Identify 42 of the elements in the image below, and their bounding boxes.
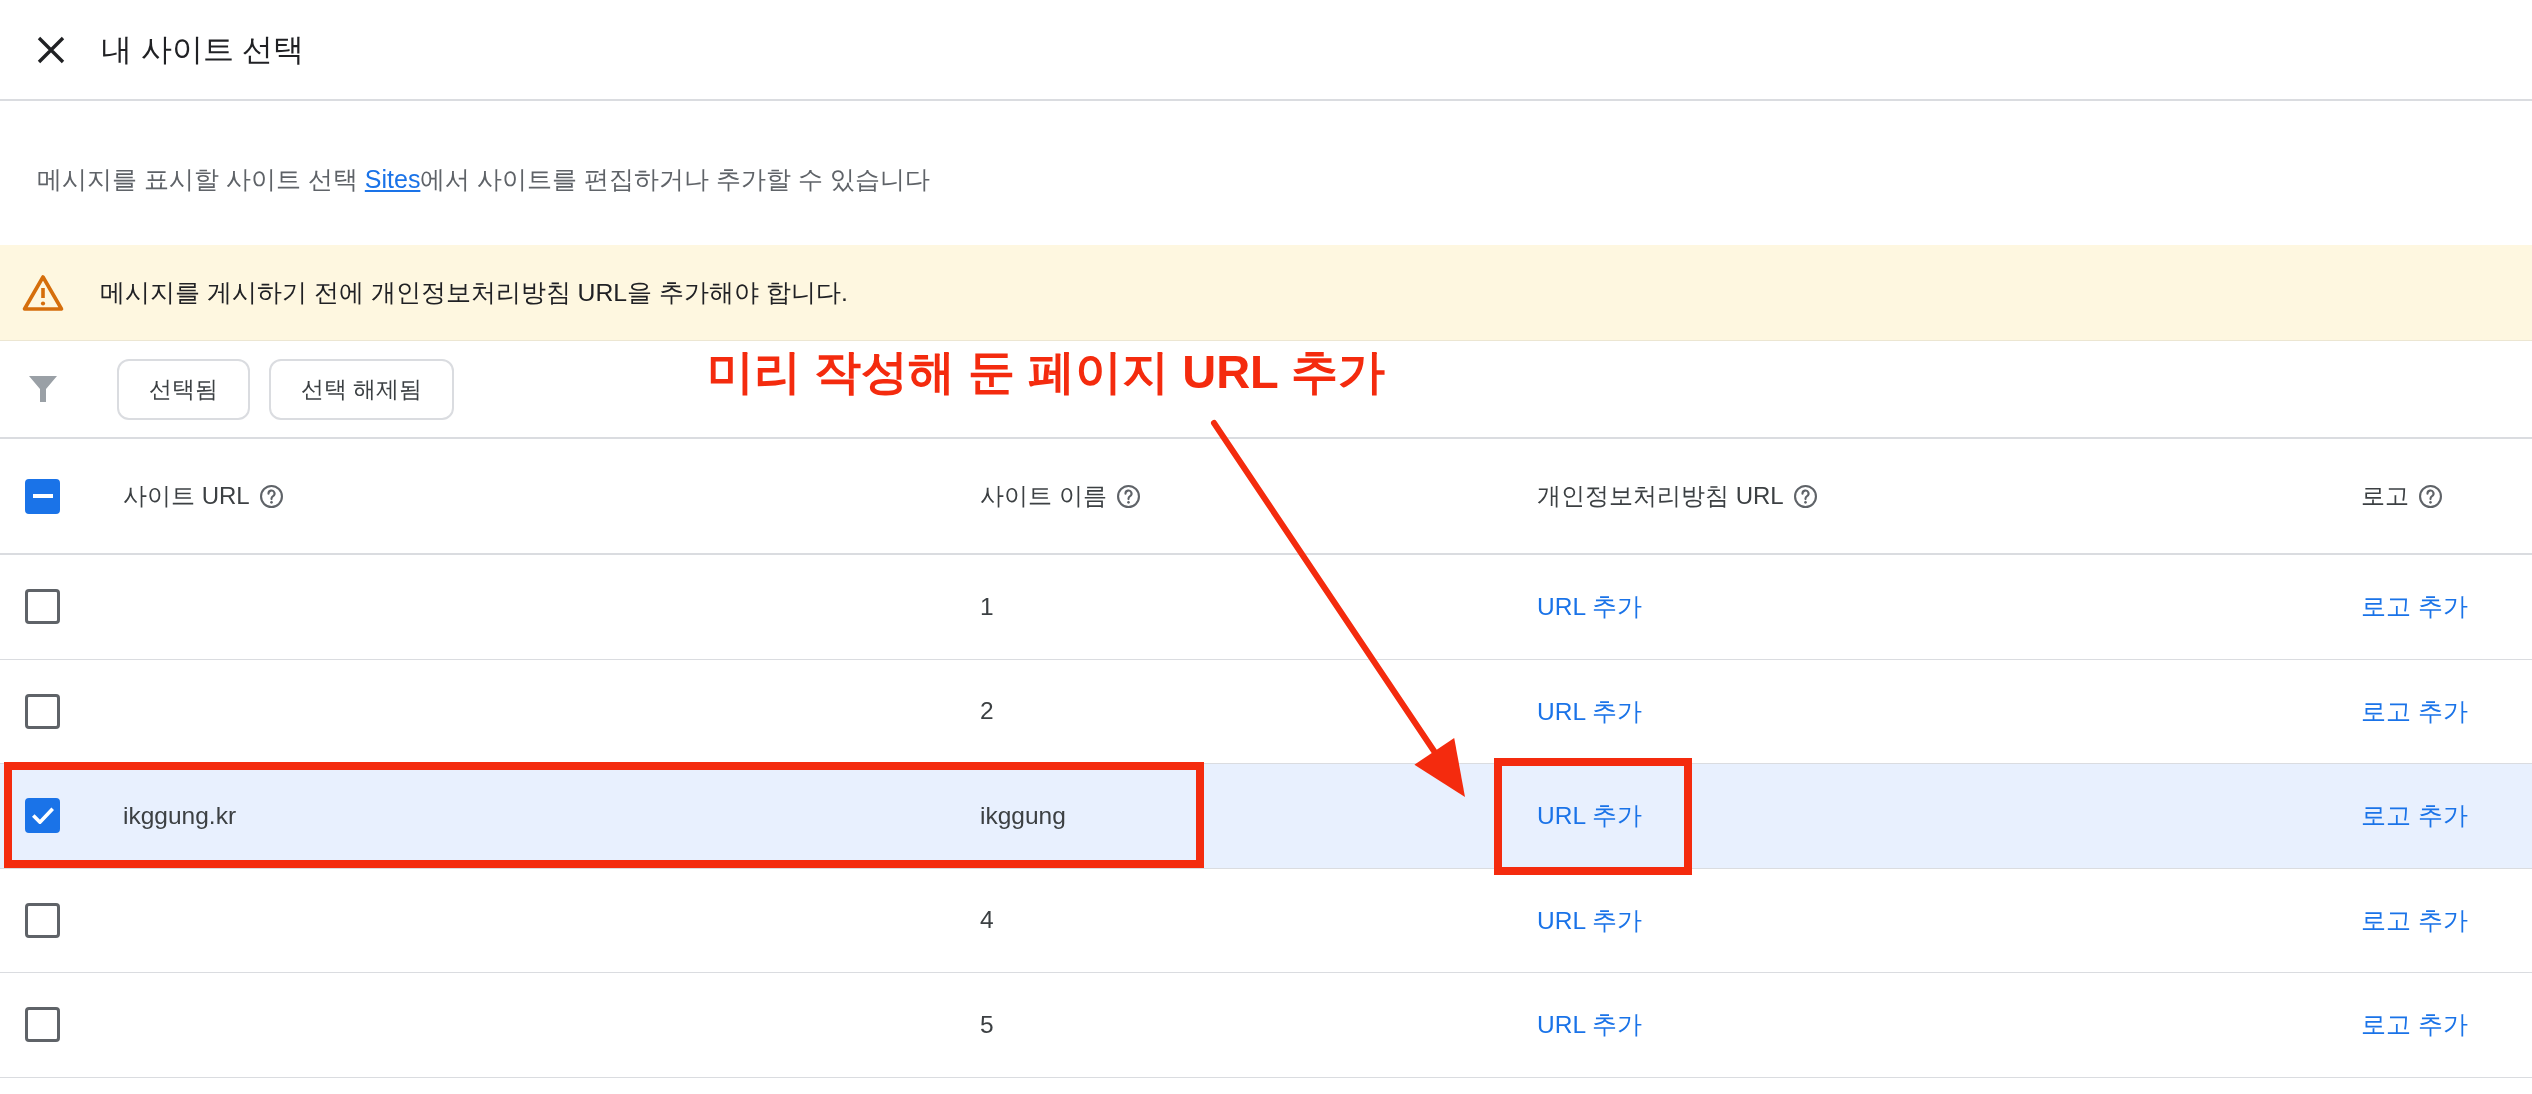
site-name: 1 — [980, 592, 994, 621]
dialog-title: 내 사이트 선택 — [101, 30, 305, 69]
warning-text: 메시지를 게시하기 전에 개인정보처리방침 URL을 추가해야 합니다. — [100, 278, 848, 308]
description-text: 메시지를 표시할 사이트 선택 Sites에서 사이트를 편집하거나 추가할 수 있습니다 — [36, 163, 932, 196]
add-logo-link[interactable]: 로고 추가 — [2361, 1008, 2468, 1042]
site-name: ikggung — [980, 801, 1066, 830]
filter-icon[interactable] — [27, 373, 59, 405]
close-icon[interactable] — [37, 35, 65, 64]
add-logo-link[interactable]: 로고 추가 — [2361, 903, 2468, 937]
add-url-link[interactable]: URL 추가 — [1537, 903, 1642, 937]
warning-icon — [22, 273, 64, 312]
column-header: 사이트 URL — [123, 481, 250, 511]
select-all-checkbox[interactable] — [25, 478, 60, 514]
filter-chip[interactable]: 선택됨 — [117, 358, 250, 420]
help-icon[interactable] — [1116, 484, 1140, 508]
annotation-text: 미리 작성해 둔 페이지 URL 추가 — [707, 348, 1386, 395]
column-header: 사이트 이름 — [980, 481, 1107, 511]
row-checkbox[interactable] — [25, 1007, 60, 1043]
add-url-link[interactable]: URL 추가 — [1537, 694, 1642, 728]
row-checkbox[interactable] — [25, 798, 60, 834]
row-checkbox[interactable] — [25, 902, 60, 938]
check-icon — [31, 807, 54, 825]
column-header: 로고 — [2361, 481, 2409, 511]
add-logo-link[interactable]: 로고 추가 — [2361, 694, 2468, 728]
add-url-link[interactable]: URL 추가 — [1537, 590, 1642, 624]
help-icon[interactable] — [259, 484, 283, 508]
minus-icon — [32, 494, 53, 498]
help-icon[interactable] — [2419, 484, 2442, 508]
row-checkbox[interactable] — [25, 693, 60, 729]
add-logo-link[interactable]: 로고 추가 — [2361, 799, 2468, 833]
add-logo-link[interactable]: 로고 추가 — [2361, 590, 2468, 624]
table-row[interactable]: ikggung.kr ikggung URL 추가 로고 추가 — [0, 764, 2532, 869]
site-name: 2 — [980, 697, 994, 726]
add-url-link[interactable]: URL 추가 — [1537, 1008, 1642, 1042]
site-name: 5 — [980, 1010, 994, 1039]
help-icon[interactable] — [1793, 484, 1817, 508]
filter-chip[interactable]: 선택 해제됨 — [269, 358, 455, 420]
column-header: 개인정보처리방침 URL — [1537, 481, 1784, 511]
add-url-link[interactable]: URL 추가 — [1537, 799, 1642, 833]
row-checkbox[interactable] — [25, 589, 60, 625]
site-name: 4 — [980, 906, 994, 935]
site-url: ikggung.kr — [123, 801, 237, 830]
